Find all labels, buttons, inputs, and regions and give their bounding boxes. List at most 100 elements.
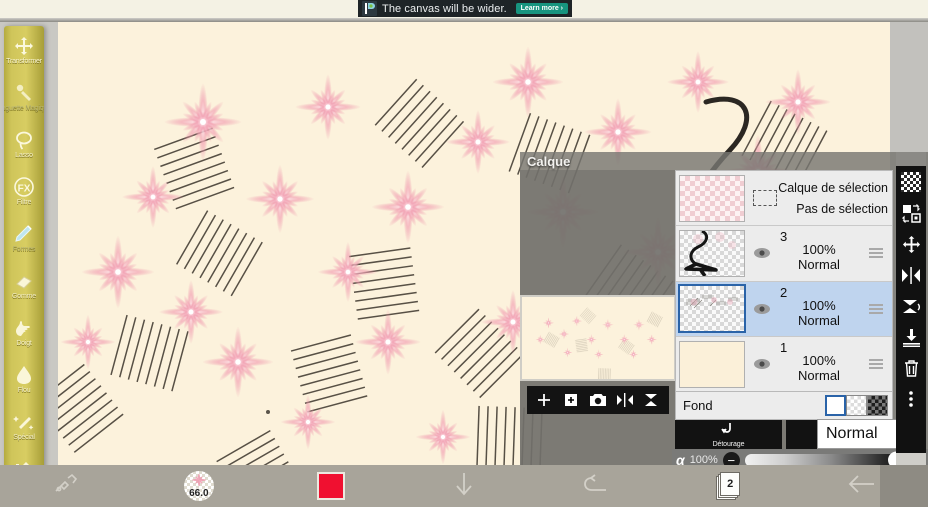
layer-blend-mode: Normal bbox=[798, 312, 840, 328]
layer-drag-handle[interactable] bbox=[865, 248, 887, 259]
layer-list[interactable]: Calque de sélection Pas de sélection 3 1… bbox=[675, 170, 893, 392]
move-arrows-icon bbox=[14, 35, 34, 57]
tool-label: Doigt bbox=[16, 339, 32, 347]
checkerboard-icon[interactable] bbox=[901, 172, 921, 192]
layer3-thumb-art bbox=[684, 230, 736, 276]
table-row[interactable]: 1 100% Normal bbox=[676, 337, 892, 391]
flip-horizontal-icon[interactable] bbox=[901, 265, 921, 285]
swatch-checker-light[interactable] bbox=[846, 395, 867, 416]
download-button[interactable] bbox=[398, 465, 531, 507]
background-swatches[interactable] bbox=[825, 395, 888, 416]
transform-layer-icon[interactable] bbox=[901, 203, 921, 223]
brush-preview-star bbox=[191, 473, 206, 487]
undo-arrow-icon bbox=[583, 473, 610, 499]
tool-smudge[interactable]: Doigt bbox=[4, 308, 44, 355]
tool-label: Spécial bbox=[13, 433, 35, 441]
layer-number: 3 bbox=[780, 229, 788, 244]
selection-layer-row[interactable]: Calque de sélection Pas de sélection bbox=[676, 171, 892, 226]
brush-size-icon[interactable]: 66.0 bbox=[183, 471, 214, 501]
layer-panel-canvas-preview[interactable] bbox=[520, 295, 676, 381]
selection-layer-title: Calque de sélection bbox=[778, 180, 888, 195]
layer-drag-handle[interactable] bbox=[865, 303, 887, 314]
eraser-icon bbox=[13, 270, 35, 292]
layer-preview-toolbar[interactable] bbox=[527, 386, 669, 414]
layer-visibility-icon[interactable] bbox=[751, 358, 773, 370]
tool-filter[interactable]: FX Filtre bbox=[4, 167, 44, 214]
layer2-thumb-art bbox=[686, 295, 738, 309]
brush-size-button[interactable]: 66.0 bbox=[133, 465, 266, 507]
tool-label: Baguette Magique bbox=[4, 104, 44, 112]
clipping-label: Détourage bbox=[712, 441, 745, 448]
layer-number: 2 bbox=[780, 284, 788, 300]
right-strip-top-cap bbox=[896, 152, 926, 166]
blur-drop-icon bbox=[15, 364, 33, 386]
layers-button[interactable]: 2 bbox=[663, 465, 796, 507]
ad-banner: The canvas will be wider. Learn more › bbox=[0, 0, 928, 18]
plus-icon[interactable] bbox=[535, 391, 553, 409]
tool-label: Flou bbox=[17, 386, 31, 394]
layer-panel-title: Calque bbox=[527, 154, 571, 169]
tool-transformer[interactable]: Transformer bbox=[4, 26, 44, 73]
layer-tools-strip[interactable] bbox=[896, 166, 926, 453]
move-arrows-icon[interactable] bbox=[901, 234, 921, 254]
flip-horizontal-icon[interactable] bbox=[616, 391, 634, 409]
svg-text:FX: FX bbox=[18, 183, 31, 194]
clipping-button[interactable]: Détourage bbox=[675, 420, 782, 450]
lasso-icon bbox=[14, 129, 34, 151]
color-button[interactable] bbox=[265, 465, 398, 507]
tool-blur[interactable]: Flou bbox=[4, 355, 44, 402]
down-arrow-icon bbox=[453, 471, 475, 502]
tool-magic-wand[interactable]: Baguette Magique bbox=[4, 73, 44, 120]
background-layer-row[interactable]: Fond bbox=[675, 392, 893, 420]
tool-label: Transformer bbox=[6, 57, 42, 65]
tool-lasso[interactable]: Lasso bbox=[4, 120, 44, 167]
layer-thumbnail[interactable] bbox=[679, 229, 745, 277]
brush-icon bbox=[13, 223, 35, 245]
merge-down-icon[interactable] bbox=[901, 327, 921, 347]
learn-more-button[interactable]: Learn more › bbox=[515, 3, 568, 14]
layer-number: 1 bbox=[780, 340, 788, 355]
flip-vertical-icon[interactable] bbox=[901, 296, 921, 316]
layer-drag-handle[interactable] bbox=[865, 359, 887, 370]
layer-panel[interactable]: Calque Calque de sélection Pas de sélect… bbox=[520, 152, 928, 471]
color-swatch-icon[interactable] bbox=[317, 472, 346, 500]
table-row[interactable]: 3 100% Normal bbox=[676, 226, 892, 282]
layer-blend-mode: Normal bbox=[798, 368, 840, 384]
tool-special[interactable]: Spécial bbox=[4, 402, 44, 449]
dashed-rectangle-icon bbox=[753, 190, 777, 206]
tool-label: Formes bbox=[12, 245, 36, 253]
layer-opacity: 100% bbox=[802, 353, 836, 369]
ad-banner-content[interactable]: The canvas will be wider. Learn more › bbox=[358, 0, 572, 17]
background-layer-label: Fond bbox=[683, 398, 713, 413]
layers-stack-icon[interactable]: 2 bbox=[716, 472, 742, 500]
back-arrow-icon bbox=[848, 473, 876, 500]
layer-thumbnail[interactable] bbox=[678, 284, 746, 334]
layer-thumbnail[interactable] bbox=[679, 340, 745, 388]
layer-visibility-icon[interactable] bbox=[751, 247, 773, 259]
ad-banner-text: The canvas will be wider. bbox=[382, 2, 507, 15]
smudge-finger-icon bbox=[14, 317, 34, 339]
brush-size-value: 66.0 bbox=[189, 488, 209, 499]
layer-visibility-icon[interactable] bbox=[751, 303, 773, 315]
undo-button[interactable] bbox=[530, 465, 663, 507]
flip-vertical-icon[interactable] bbox=[643, 391, 661, 409]
swatch-checker-dark[interactable] bbox=[867, 395, 888, 416]
camera-icon[interactable] bbox=[589, 391, 607, 409]
more-vertical-icon[interactable] bbox=[901, 389, 921, 409]
table-row[interactable]: 2 100% Normal bbox=[676, 281, 892, 337]
bottom-toolbar[interactable]: 66.0 2 bbox=[0, 465, 928, 507]
trash-icon[interactable] bbox=[901, 358, 921, 378]
tool-brush[interactable]: Formes bbox=[4, 214, 44, 261]
tool-rail[interactable]: Transformer Baguette Magique Lasso bbox=[4, 26, 44, 491]
magic-wand-icon bbox=[14, 82, 34, 104]
layer-count-value: 2 bbox=[720, 472, 741, 496]
ibis-paint-logo-icon bbox=[362, 1, 377, 16]
selection-layer-thumbnail[interactable] bbox=[679, 174, 745, 222]
swatch-white[interactable] bbox=[825, 395, 846, 416]
tool-eraser[interactable]: Gomme bbox=[4, 261, 44, 308]
duplicate-layer-icon[interactable] bbox=[562, 391, 580, 409]
sparkle-special-icon bbox=[13, 411, 35, 433]
tool-settings-icon bbox=[53, 473, 79, 500]
tool-settings-button[interactable] bbox=[0, 465, 133, 507]
tool-label: Gomme bbox=[12, 292, 36, 300]
